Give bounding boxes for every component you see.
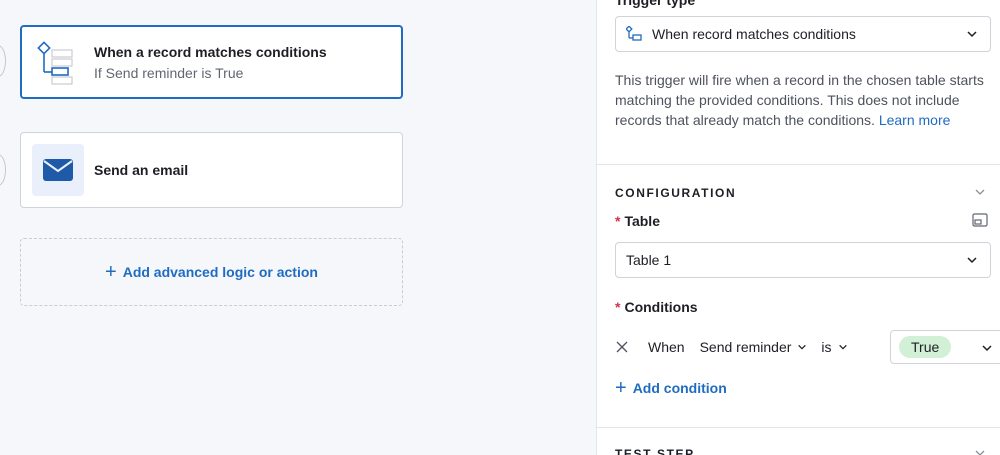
trigger-card-title: When a record matches conditions: [94, 43, 327, 60]
condition-field-select[interactable]: Send reminder: [700, 339, 808, 355]
trigger-type-select[interactable]: When record matches conditions: [615, 16, 991, 52]
config-panel: Trigger type When record matches conditi…: [596, 0, 1000, 455]
divider: [597, 164, 1000, 165]
envelope-icon: [32, 144, 84, 196]
trigger-description: This trigger will fire when a record in …: [615, 70, 991, 130]
expand-panel-icon[interactable]: [972, 213, 988, 227]
required-marker: *: [615, 213, 621, 229]
condition-operator-select[interactable]: is: [821, 339, 847, 355]
connector-node: [0, 45, 6, 77]
add-logic-label: Add advanced logic or action: [122, 264, 318, 280]
condition-operator-value: is: [821, 339, 832, 355]
condition-value-pill: True: [899, 336, 952, 358]
table-field-label: * Table: [615, 213, 660, 229]
required-marker: *: [615, 299, 621, 315]
action-card-title: Send an email: [94, 162, 189, 178]
condition-row: When Send reminder is True: [615, 330, 1000, 364]
table-select[interactable]: Table 1: [615, 242, 991, 278]
configuration-section-title: CONFIGURATION: [615, 186, 737, 200]
condition-value-select[interactable]: True: [890, 330, 1000, 364]
chevron-down-icon[interactable]: [974, 447, 986, 455]
trigger-type-icon: [626, 26, 642, 42]
chevron-down-icon: [967, 257, 977, 264]
table-select-value: Table 1: [626, 252, 672, 268]
trigger-card[interactable]: When a record matches conditions If Send…: [20, 25, 403, 99]
trigger-type-value: When record matches conditions: [652, 26, 856, 42]
condition-when: When: [648, 339, 685, 355]
chevron-down-icon: [838, 344, 847, 350]
trigger-type-label: Trigger type: [615, 0, 696, 8]
chevron-down-icon[interactable]: [974, 186, 986, 198]
chevron-down-icon: [798, 344, 807, 350]
add-condition-button[interactable]: + Add condition: [615, 377, 727, 399]
plus-icon: +: [615, 377, 627, 399]
condition-field-value: Send reminder: [699, 339, 792, 355]
conditions-field-label: * Conditions: [615, 299, 698, 315]
chevron-down-icon: [967, 31, 977, 38]
automation-canvas: When a record matches conditions If Send…: [0, 0, 596, 455]
trigger-card-subtitle: If Send reminder is True: [94, 64, 244, 81]
plus-icon: +: [105, 261, 117, 283]
add-condition-label: Add condition: [632, 380, 727, 396]
divider: [597, 427, 1000, 428]
chevron-down-icon: [982, 345, 992, 352]
table-label-text: Table: [624, 213, 660, 229]
add-logic-button[interactable]: + Add advanced logic or action: [20, 238, 403, 306]
trigger-conditions-icon: [36, 36, 80, 88]
conditions-label-text: Conditions: [624, 299, 698, 315]
test-step-section-title: TEST STEP: [615, 447, 695, 455]
connector-node: [0, 154, 6, 186]
learn-more-link[interactable]: Learn more: [879, 112, 951, 128]
action-card-send-email[interactable]: Send an email: [20, 132, 403, 208]
close-icon[interactable]: [616, 341, 628, 353]
